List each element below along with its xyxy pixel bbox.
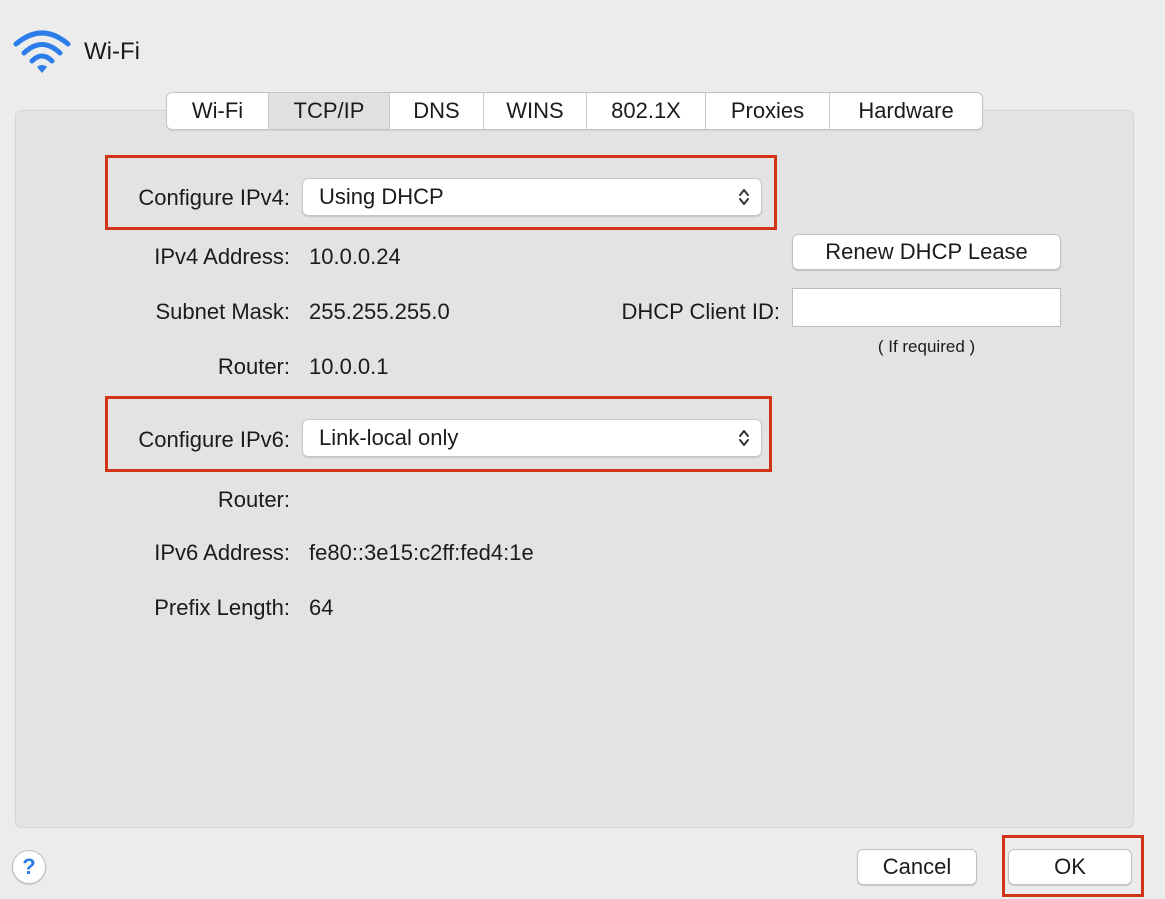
help-icon: ? <box>22 854 36 879</box>
ipv6-address-value: fe80::3e15:c2ff:fed4:1e <box>309 540 534 565</box>
ipv4-router-value: 10.0.0.1 <box>309 354 389 379</box>
tab-dns[interactable]: DNS <box>389 93 483 129</box>
dhcp-client-id-label: DHCP Client ID: <box>621 299 780 324</box>
dhcp-client-id-hint: ( If required ) <box>877 337 976 356</box>
prefix-length-label: Prefix Length: <box>154 595 290 620</box>
highlight-box-ipv6 <box>105 396 772 472</box>
ipv6-router-label: Router: <box>217 487 290 512</box>
window-title: Wi-Fi <box>84 38 140 65</box>
tab-wifi[interactable]: Wi-Fi <box>167 93 268 129</box>
dhcp-client-id-input[interactable] <box>792 288 1061 327</box>
ipv4-router-label: Router: <box>217 354 290 379</box>
renew-dhcp-lease-button[interactable]: Renew DHCP Lease <box>792 234 1061 270</box>
tab-proxies[interactable]: Proxies <box>705 93 829 129</box>
tab-8021x[interactable]: 802.1X <box>586 93 705 129</box>
highlight-box-ok <box>1002 835 1144 897</box>
tab-wins[interactable]: WINS <box>483 93 586 129</box>
tab-bar: Wi-Fi TCP/IP DNS WINS 802.1X Proxies Har… <box>166 92 983 130</box>
help-button[interactable]: ? <box>12 850 46 884</box>
tab-tcpip[interactable]: TCP/IP <box>268 93 389 129</box>
ipv4-address-label: IPv4 Address: <box>154 244 290 269</box>
cancel-button[interactable]: Cancel <box>857 849 977 885</box>
highlight-box-ipv4 <box>105 155 777 230</box>
prefix-length-value: 64 <box>309 595 334 620</box>
ipv4-address-value: 10.0.0.24 <box>309 244 401 269</box>
wifi-icon <box>13 30 71 73</box>
ipv6-address-label: IPv6 Address: <box>154 540 290 565</box>
tab-hardware[interactable]: Hardware <box>829 93 982 129</box>
subnet-mask-label: Subnet Mask: <box>155 299 290 324</box>
subnet-mask-value: 255.255.255.0 <box>309 299 450 324</box>
